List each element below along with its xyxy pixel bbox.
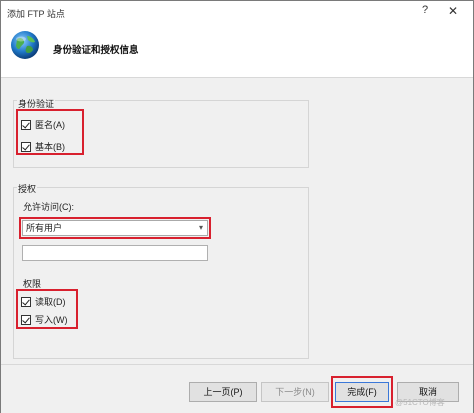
wizard-header: 身份验证和授权信息 [1,23,473,77]
close-icon[interactable]: ✕ [441,4,465,20]
authentication-highlight [16,109,84,155]
authorization-group-title: 授权 [17,182,38,195]
add-ftp-site-dialog: 添加 FTP 站点 ? ✕ 身份验证和授权信息 身份验证 匿名(A) 基本(B)… [0,0,474,413]
permissions-highlight [16,289,78,329]
help-icon[interactable]: ? [415,4,435,20]
next-button[interactable]: 下一步(N) [261,382,329,402]
window-title: 添加 FTP 站点 [7,9,65,19]
finish-highlight [331,376,393,408]
watermark: @51CTO博客 [395,398,445,407]
users-textbox[interactable] [22,245,208,261]
page-heading: 身份验证和授权信息 [53,45,139,56]
content-panel: 身份验证 匿名(A) 基本(B) 授权 允许访问(C): 所有用户 ▾ 权限 读… [1,78,473,364]
previous-button[interactable]: 上一页(P) [189,382,257,402]
allow-access-highlight [19,217,211,239]
allow-access-label: 允许访问(C): [23,202,74,212]
globe-icon [11,31,39,59]
title-bar: 添加 FTP 站点 ? ✕ [1,1,473,23]
